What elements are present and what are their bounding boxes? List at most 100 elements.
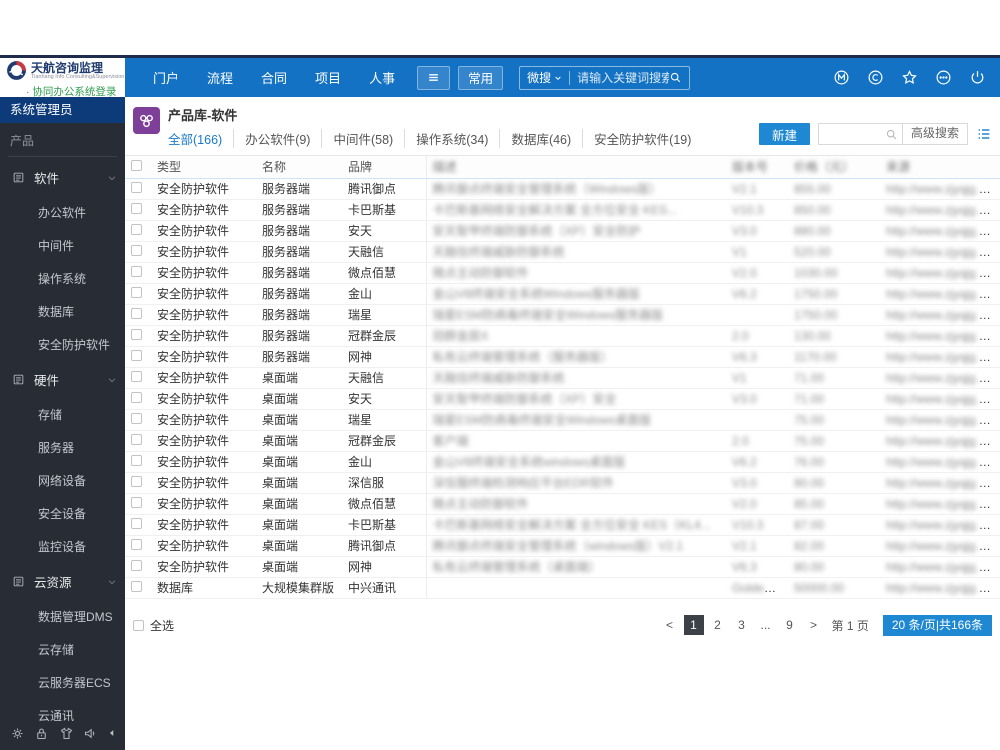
column-header-6[interactable]: 来源 bbox=[880, 156, 1000, 179]
row-checkbox[interactable] bbox=[131, 349, 142, 361]
gear-icon[interactable] bbox=[10, 726, 25, 741]
row-checkbox[interactable] bbox=[131, 370, 142, 382]
table-row[interactable]: 安全防护软件 服务器端 冠群金辰 冠群金辰X 2.0 130.00 http://www.z… bbox=[125, 325, 1000, 347]
global-search-input[interactable] bbox=[577, 70, 670, 85]
sidebar-item[interactable]: 网络设备 bbox=[0, 464, 125, 497]
sidebar-item[interactable]: 安全设备 bbox=[0, 497, 125, 530]
page-button-9[interactable]: 9 bbox=[780, 615, 800, 635]
sidebar-group-2[interactable]: 云资源 bbox=[0, 563, 125, 600]
page-ellipsis[interactable]: ... bbox=[756, 615, 776, 635]
sidebar-group-1[interactable]: 硬件 bbox=[0, 361, 125, 398]
nav-item-1[interactable]: 流程 bbox=[207, 68, 233, 87]
row-checkbox[interactable] bbox=[131, 181, 142, 193]
table-row[interactable]: 安全防护软件 桌面端 腾讯御点 腾讯御点终端安全管理系统（windows版）V2.1 V… bbox=[125, 535, 1000, 557]
table-row[interactable]: 安全防护软件 桌面端 深信服 深信服终端检测响应平台EDR软件 V3.0 80.00 htt… bbox=[125, 472, 1000, 494]
sidebar-item[interactable]: 服务器 bbox=[0, 431, 125, 464]
table-row[interactable]: 安全防护软件 服务器端 微点佰慧 微点主动防御软件 V2.0 1030.00 http://… bbox=[125, 262, 1000, 284]
advanced-search-button[interactable]: 高级搜索 bbox=[901, 123, 967, 145]
row-checkbox[interactable] bbox=[131, 517, 142, 529]
row-checkbox[interactable] bbox=[131, 244, 142, 256]
table-search-icon[interactable] bbox=[885, 128, 898, 141]
theme-icon[interactable] bbox=[59, 726, 74, 741]
sound-icon[interactable] bbox=[83, 726, 98, 741]
sidebar-item[interactable]: 操作系统 bbox=[0, 262, 125, 295]
nav-menu-button[interactable] bbox=[417, 65, 451, 90]
column-header-5[interactable]: 价格（元） bbox=[788, 156, 880, 179]
page-prev-button[interactable]: < bbox=[660, 615, 680, 635]
lock-icon[interactable] bbox=[34, 726, 49, 741]
page-next-button[interactable]: > bbox=[804, 615, 824, 635]
column-header-4[interactable]: 版本号 bbox=[726, 156, 788, 179]
nav-item-3[interactable]: 项目 bbox=[315, 68, 341, 87]
row-checkbox[interactable] bbox=[131, 202, 142, 214]
table-row[interactable]: 安全防护软件 服务器端 金山 金山V8终端安全系统Windows服务器版 V6.2 175… bbox=[125, 283, 1000, 305]
row-checkbox[interactable] bbox=[131, 265, 142, 277]
row-checkbox[interactable] bbox=[131, 538, 142, 550]
nav-item-2[interactable]: 合同 bbox=[261, 68, 287, 87]
table-row[interactable]: 安全防护软件 桌面端 瑞星 瑞星ESM防病毒终端安全Windows桌面版 75.00 ht… bbox=[125, 409, 1000, 431]
tab-5[interactable]: 安全防护软件(19) bbox=[582, 129, 702, 148]
tab-4[interactable]: 数据库(46) bbox=[499, 129, 582, 148]
table-row[interactable]: 安全防护软件 桌面端 天融信 天融信终端威胁防御系统 V1 71.00 http://www… bbox=[125, 367, 1000, 389]
tab-1[interactable]: 办公软件(9) bbox=[233, 129, 321, 148]
sidebar-item[interactable]: 安全防护软件 bbox=[0, 328, 125, 361]
table-row[interactable]: 安全防护软件 服务器端 瑞星 瑞星ESM防病毒终端安全Windows服务器版 1750.… bbox=[125, 304, 1000, 326]
table-row[interactable]: 安全防护软件 服务器端 天融信 天融信终端威胁防御系统 V1 520.00 http://w… bbox=[125, 241, 1000, 263]
row-checkbox[interactable] bbox=[131, 580, 142, 592]
sidebar-item[interactable]: 监控设备 bbox=[0, 530, 125, 563]
table-row[interactable]: 安全防护软件 桌面端 卡巴斯基 卡巴斯基网络安全解决方案 全方位安全 KES（KL4.… bbox=[125, 514, 1000, 536]
table-row[interactable]: 安全防护软件 服务器端 腾讯御点 腾讯御点终端安全管理系统（Windows版） V2.1… bbox=[125, 178, 1000, 200]
collapse-icon[interactable] bbox=[108, 728, 116, 738]
table-row[interactable]: 安全防护软件 桌面端 微点佰慧 微点主动防御软件 V2.0 85.00 http://www… bbox=[125, 493, 1000, 515]
sidebar-item[interactable]: 存储 bbox=[0, 398, 125, 431]
star-icon[interactable] bbox=[901, 69, 918, 86]
column-header-0[interactable]: 类型 bbox=[151, 156, 256, 179]
table-row[interactable]: 安全防护软件 桌面端 安天 安天智甲终端防御系统（XP）安全 V3.0 71.00 http… bbox=[125, 388, 1000, 410]
more-icon[interactable] bbox=[935, 69, 952, 86]
nav-item-4[interactable]: 人事 bbox=[369, 68, 395, 87]
sidebar-item[interactable]: 中间件 bbox=[0, 229, 125, 262]
sidebar-item[interactable]: 云存储 bbox=[0, 633, 125, 666]
m-badge-icon[interactable] bbox=[833, 69, 850, 86]
table-search-input[interactable] bbox=[818, 124, 881, 144]
table-row[interactable]: 安全防护软件 服务器端 网神 私有云终端管理系统（服务器版） V6.3 1170.00 ht… bbox=[125, 346, 1000, 368]
page-button-2[interactable]: 2 bbox=[708, 615, 728, 635]
nav-item-0[interactable]: 门户 bbox=[153, 68, 179, 87]
tab-3[interactable]: 操作系统(34) bbox=[404, 129, 499, 148]
message-icon[interactable] bbox=[867, 69, 884, 86]
list-view-icon[interactable] bbox=[976, 126, 992, 142]
sidebar-item[interactable]: 数据管理DMS bbox=[0, 600, 125, 633]
header-checkbox[interactable] bbox=[131, 159, 142, 171]
tab-2[interactable]: 中间件(58) bbox=[321, 129, 404, 148]
row-checkbox[interactable] bbox=[131, 328, 142, 340]
power-icon[interactable] bbox=[969, 69, 986, 86]
row-checkbox[interactable] bbox=[131, 223, 142, 235]
new-button[interactable]: 新建 bbox=[758, 123, 810, 145]
table-row[interactable]: 安全防护软件 服务器端 卡巴斯基 卡巴斯基网络安全解决方案 全方位安全 KES... V… bbox=[125, 199, 1000, 221]
column-header-2[interactable]: 品牌 bbox=[342, 156, 427, 179]
row-checkbox[interactable] bbox=[131, 454, 142, 466]
table-row[interactable]: 安全防护软件 桌面端 网神 私有云终端管理系统（桌面端） V6.3 80.00 http:/… bbox=[125, 556, 1000, 578]
page-button-1[interactable]: 1 bbox=[683, 615, 704, 635]
sidebar-item[interactable]: 数据库 bbox=[0, 295, 125, 328]
table-row[interactable]: 安全防护软件 服务器端 安天 安天智甲终端防御系统（XP）安全防护 V3.0 880.00… bbox=[125, 220, 1000, 242]
table-row[interactable]: 安全防护软件 桌面端 冠群金辰 客户端 2.0 75.00 http://www.zjyqj… bbox=[125, 430, 1000, 452]
sidebar-group-0[interactable]: 软件 bbox=[0, 159, 125, 196]
sidebar-item[interactable]: 云服务器ECS bbox=[0, 666, 125, 699]
tab-0[interactable]: 全部(166) bbox=[168, 129, 233, 148]
row-checkbox[interactable] bbox=[131, 475, 142, 487]
search-scope-dropdown[interactable]: 微搜 bbox=[527, 69, 562, 86]
column-header-1[interactable]: 名称 bbox=[256, 156, 342, 179]
table-row[interactable]: 安全防护软件 桌面端 金山 金山V8终端安全系统windows桌面版 V6.2 76.00… bbox=[125, 451, 1000, 473]
page-size-badge[interactable]: 20 条/页|共166条 bbox=[882, 614, 992, 636]
sidebar-item[interactable]: 办公软件 bbox=[0, 196, 125, 229]
column-header-3[interactable]: 描述 bbox=[426, 156, 726, 179]
row-checkbox[interactable] bbox=[131, 391, 142, 403]
row-checkbox[interactable] bbox=[131, 433, 142, 445]
page-button-3[interactable]: 3 bbox=[732, 615, 752, 635]
row-checkbox[interactable] bbox=[131, 559, 142, 571]
row-checkbox[interactable] bbox=[131, 307, 142, 319]
nav-favorites-button[interactable]: 常用 bbox=[458, 65, 504, 90]
table-row[interactable]: 数据库大规模集群版中兴通讯 GoldenData s...50000.00http… bbox=[125, 577, 1000, 599]
search-icon[interactable] bbox=[669, 71, 682, 84]
